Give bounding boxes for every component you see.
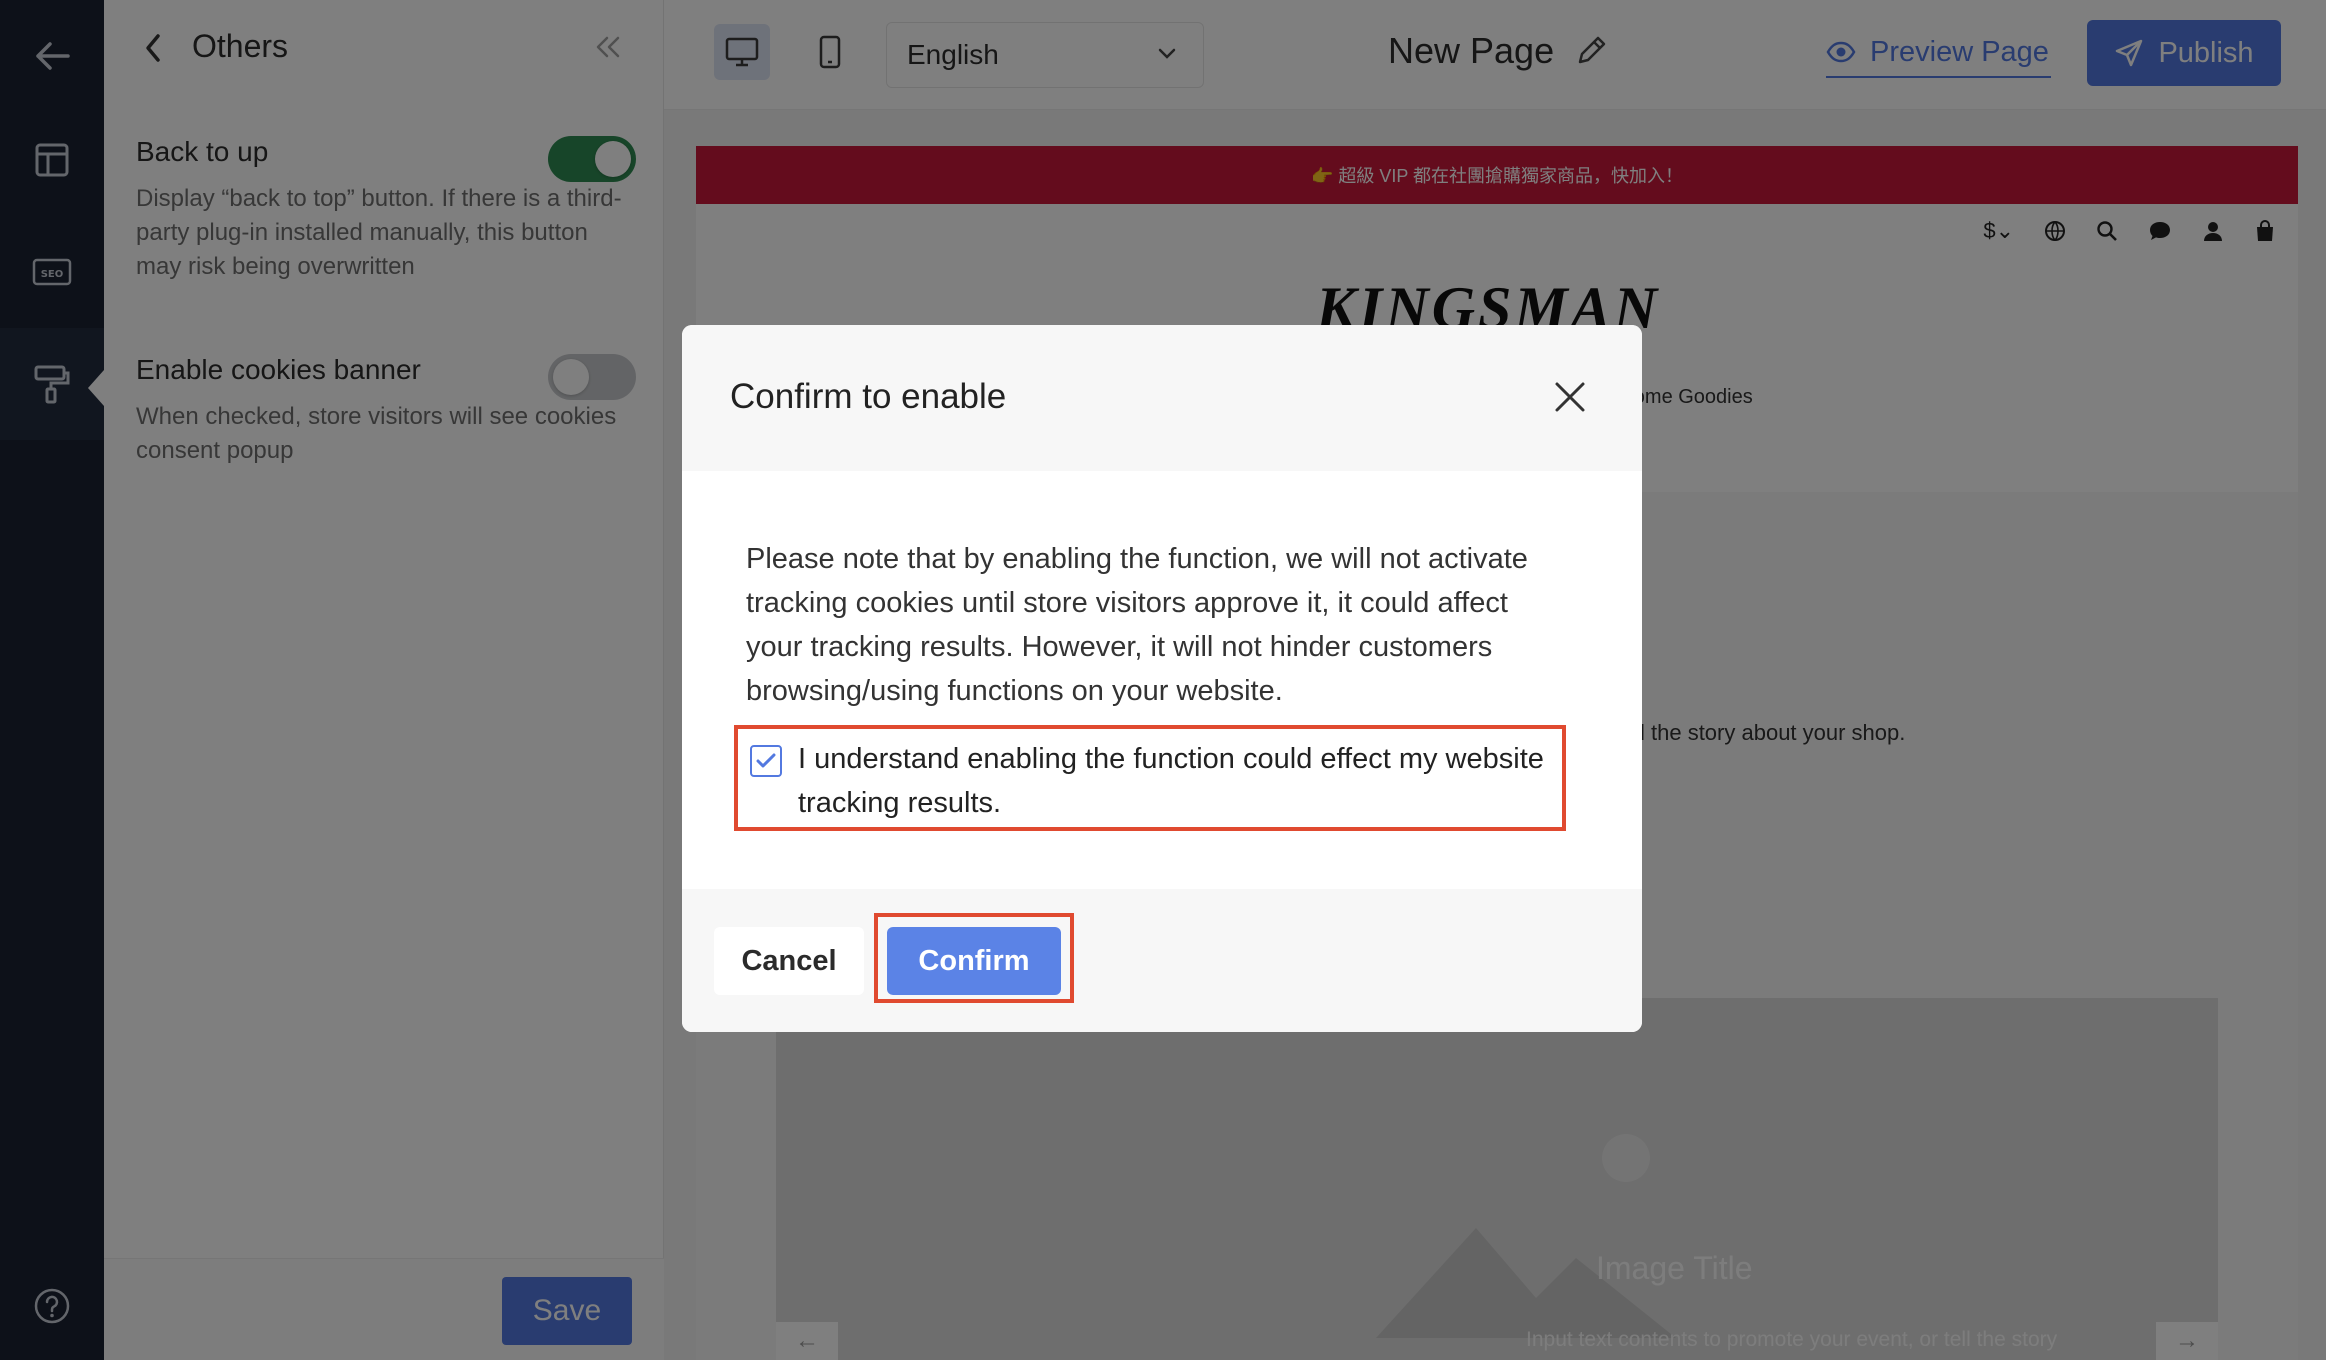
dialog-header: Confirm to enable: [682, 325, 1642, 471]
acknowledge-label[interactable]: I understand enabling the function could…: [798, 737, 1568, 825]
dialog-footer: Cancel Confirm: [682, 889, 1642, 1032]
confirm-button[interactable]: Confirm: [887, 927, 1061, 995]
cancel-button[interactable]: Cancel: [714, 927, 864, 995]
checkmark-icon: [756, 753, 776, 768]
confirm-dialog: Confirm to enable Please note that by en…: [682, 325, 1642, 1032]
dialog-message: Please note that by enabling the functio…: [746, 543, 1528, 707]
acknowledge-highlight: I understand enabling the function could…: [734, 725, 1566, 831]
acknowledge-checkbox[interactable]: [750, 745, 782, 777]
dialog-title: Confirm to enable: [730, 377, 1007, 416]
close-icon[interactable]: [1548, 375, 1592, 419]
